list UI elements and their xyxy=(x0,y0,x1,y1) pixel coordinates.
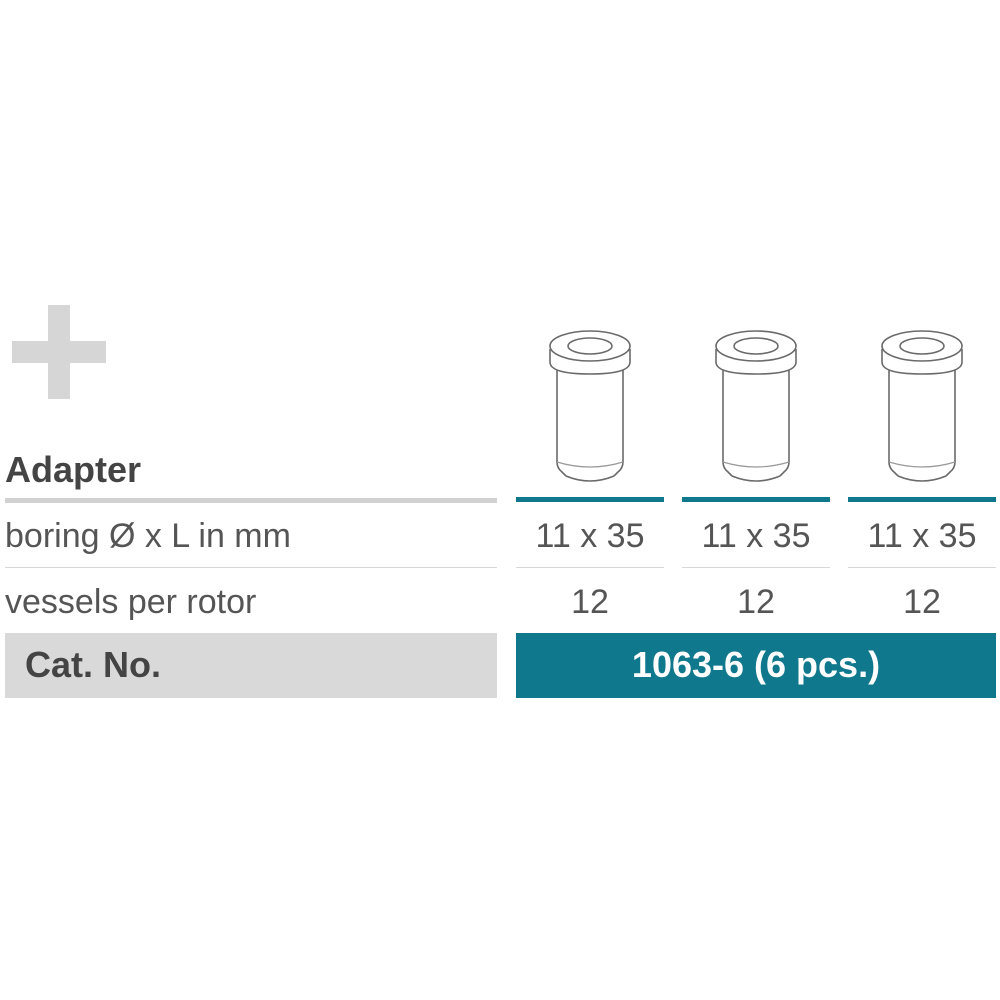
column-divider xyxy=(682,497,830,502)
adapter-icon xyxy=(549,330,631,482)
catalog-value-band: 1063-6 (6 pcs.) xyxy=(516,633,996,698)
row-label-vessels: vessels per rotor xyxy=(5,583,257,621)
cell-boring: 11 x 35 xyxy=(867,517,977,555)
plus-icon xyxy=(12,305,106,399)
row-divider xyxy=(682,567,830,568)
row-divider xyxy=(848,567,996,568)
catalog-label-band: Cat. No. xyxy=(5,633,497,698)
catalog-label: Cat. No. xyxy=(25,644,162,685)
header-divider xyxy=(5,498,497,503)
adapter-icon xyxy=(881,330,963,482)
row-divider xyxy=(5,567,497,568)
cell-boring: 11 x 35 xyxy=(535,517,645,555)
cell-boring: 11 x 35 xyxy=(701,517,811,555)
section-title: Adapter xyxy=(5,449,142,490)
adapter-icon xyxy=(715,330,797,482)
column-divider xyxy=(848,497,996,502)
cell-vessels: 12 xyxy=(571,583,609,621)
catalog-number: 1063-6 (6 pcs.) xyxy=(631,644,881,685)
column-divider xyxy=(516,497,664,502)
row-divider xyxy=(516,567,664,568)
cell-vessels: 12 xyxy=(737,583,775,621)
cell-vessels: 12 xyxy=(903,583,941,621)
row-label-boring: boring Ø x L in mm xyxy=(5,517,291,555)
